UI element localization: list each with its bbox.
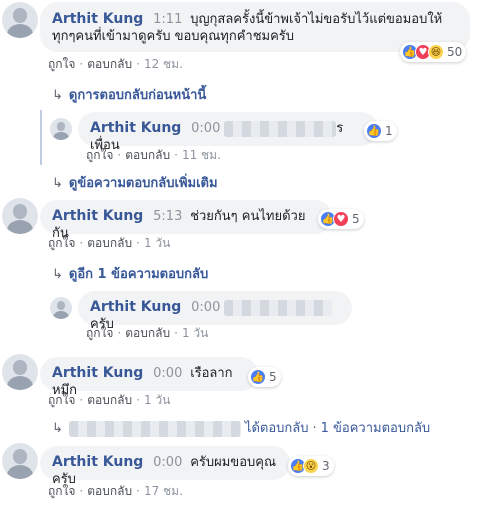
reply-button[interactable]: ตอบกลับ [87, 57, 132, 71]
reply-button[interactable]: ตอบกลับ [87, 393, 132, 407]
reply-button[interactable]: ตอบกลับ [87, 484, 132, 498]
comment-time[interactable]: 1 วัน [144, 393, 170, 407]
avatar[interactable] [50, 297, 72, 319]
blurred-name [68, 420, 241, 437]
commenter-name[interactable]: Arthit Kung [52, 208, 143, 224]
like-icon: 👍 [366, 123, 382, 139]
wow-icon: 😮 [303, 458, 319, 474]
video-timestamp[interactable]: 1:11 [153, 12, 182, 27]
comment-time[interactable]: 1 วัน [182, 326, 208, 340]
reaction-count: 1 [385, 124, 393, 138]
reply-button[interactable]: ตอบกลับ [87, 236, 132, 250]
comment-time[interactable]: 1 วัน [144, 236, 170, 250]
avatar[interactable] [2, 443, 38, 479]
reply-bubble: Arthit Kung 0:00 รเพื่อน [78, 112, 378, 153]
like-button[interactable]: ถูกใจ [86, 326, 113, 340]
comment-time[interactable]: 17 ชม. [144, 484, 183, 498]
comment-actions: ถูกใจ · ตอบกลับ · 1 วัน [48, 393, 171, 407]
reply-button[interactable]: ตอบกลับ [125, 148, 170, 162]
video-timestamp[interactable]: 0:00 [191, 121, 220, 136]
blurred-text [224, 120, 337, 137]
comment-text: บุญกุสลครั้งนี้ข้าพเจ้าไม่ขอรับไว้แต่ขอม… [190, 12, 443, 27]
avatar[interactable] [2, 2, 38, 38]
like-button[interactable]: ถูกใจ [48, 236, 75, 250]
comment-bubble: Arthit Kung 0:00 เรือลากหมึก [40, 357, 258, 398]
commenter-name[interactable]: Arthit Kung [52, 365, 143, 381]
reaction-count: 3 [322, 459, 330, 473]
reply-count-link[interactable]: 1 ข้อความตอบกลับ [321, 421, 431, 436]
comment-actions: ถูกใจ · ตอบกลับ · 11 ชม. [86, 148, 221, 162]
haha-icon: 😆 [428, 44, 444, 60]
like-button[interactable]: ถูกใจ [48, 57, 75, 71]
commenter-name[interactable]: Arthit Kung [52, 11, 143, 27]
comment-text: ทุกๆคนที่เข้ามาดูครับ ขอบคุณทุกคำชมครับ [52, 29, 295, 44]
view-more-replies-link[interactable]: ↳ ดูข้อความตอบกลับเพิ่มเติม [52, 172, 218, 193]
blurred-text [224, 299, 333, 316]
comment-actions: ถูกใจ · ตอบกลับ · 1 วัน [86, 326, 209, 340]
reaction-count: 50 [447, 45, 463, 59]
comment-time[interactable]: 11 ชม. [182, 148, 221, 162]
like-button[interactable]: ถูกใจ [48, 393, 75, 407]
comment-actions: ถูกใจ · ตอบกลับ · 1 วัน [48, 236, 171, 250]
reaction-summary[interactable]: 👍 1 [364, 121, 397, 141]
reply-arrow-icon: ↳ [52, 267, 63, 282]
video-timestamp[interactable]: 0:00 [153, 455, 182, 470]
comment-time[interactable]: 12 ชม. [144, 57, 183, 71]
reaction-summary[interactable]: 👍 ♥ 😆 50 [400, 42, 467, 62]
like-button[interactable]: ถูกใจ [86, 148, 113, 162]
comment-bubble: Arthit Kung 5:13 ช่วยกันๆ คนไทยด้วยกัน [40, 200, 332, 241]
reaction-count: 5 [352, 212, 360, 226]
avatar[interactable] [2, 198, 38, 234]
commenter-name[interactable]: Arthit Kung [52, 454, 143, 470]
video-timestamp[interactable]: 5:13 [153, 209, 182, 224]
reaction-summary[interactable]: 👍 ♥ 5 [318, 209, 364, 229]
commenter-name[interactable]: Arthit Kung [90, 299, 181, 315]
comment-bubble: Arthit Kung 0:00 ครับผมขอบคุณครับ [40, 446, 290, 487]
avatar[interactable] [50, 118, 72, 140]
replied-label: ได้ตอบกลับ [244, 421, 309, 436]
video-timestamp[interactable]: 0:00 [191, 300, 220, 315]
reply-arrow-icon: ↳ [52, 176, 63, 191]
reaction-summary[interactable]: 👍 😮 3 [288, 456, 334, 476]
reply-bubble: Arthit Kung 0:00 ครับ [78, 291, 352, 332]
replied-summary-link[interactable]: ↳ ได้ตอบกลับ · 1 ข้อความตอบกลับ [52, 417, 430, 438]
avatar[interactable] [2, 354, 38, 390]
reaction-count: 5 [269, 370, 277, 384]
like-icon: 👍 [250, 369, 266, 385]
reaction-summary[interactable]: 👍 5 [248, 367, 281, 387]
view-previous-replies-link[interactable]: ↳ ดูการตอบกลับก่อนหน้านี้ [52, 84, 206, 105]
commenter-name[interactable]: Arthit Kung [90, 120, 181, 136]
view-one-more-reply-link[interactable]: ↳ ดูอีก 1 ข้อความตอบกลับ [52, 263, 208, 284]
reply-button[interactable]: ตอบกลับ [125, 326, 170, 340]
video-timestamp[interactable]: 0:00 [153, 366, 182, 381]
reply-arrow-icon: ↳ [52, 88, 63, 103]
comment-actions: ถูกใจ · ตอบกลับ · 17 ชม. [48, 484, 183, 498]
love-icon: ♥ [333, 211, 349, 227]
reply-arrow-icon: ↳ [52, 421, 63, 436]
comment-actions: ถูกใจ · ตอบกลับ · 12 ชม. [48, 57, 183, 71]
like-button[interactable]: ถูกใจ [48, 484, 75, 498]
thread-line [40, 110, 42, 165]
